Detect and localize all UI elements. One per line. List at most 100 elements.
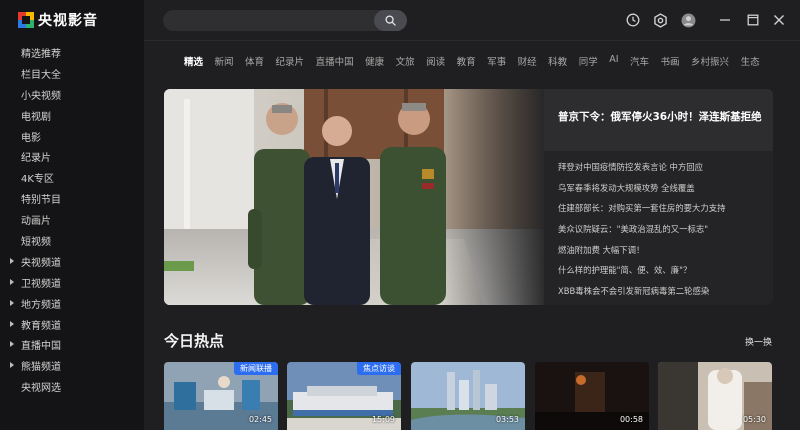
sidebar-item[interactable]: 短视频	[0, 230, 144, 251]
category-tab[interactable]: 汽车	[630, 54, 649, 68]
category-tab[interactable]: 健康	[365, 54, 384, 68]
sidebar-item[interactable]: 央视频道	[0, 251, 144, 272]
caret-right-icon	[10, 278, 14, 285]
category-tab[interactable]: AI	[609, 54, 618, 68]
avatar-icon	[681, 13, 695, 27]
sidebar-item-label: 电影	[21, 132, 41, 144]
sidebar-nav: 精选推荐栏目大全小央视频电视剧电影纪录片 4K专区特别节目动画片短视频央视频道卫视…	[0, 42, 144, 397]
close-button[interactable]	[771, 12, 787, 28]
video-badge: 焦点访谈	[357, 362, 401, 375]
sidebar-item[interactable]: 电影	[0, 126, 144, 147]
sidebar-item[interactable]: 4K专区	[0, 167, 144, 188]
sidebar-item-label: 特别节目	[21, 195, 61, 207]
hero-news-list: 拜登对中国疫情防控发表言论 中方回应 乌军春季将发动大规模攻势 全线覆盖 住建部部长…	[558, 157, 768, 301]
category-tab[interactable]: 体育	[245, 54, 264, 68]
sidebar-item[interactable]: 教育频道	[0, 314, 144, 335]
sidebar-item-label: 央视频道	[21, 257, 61, 269]
search-icon	[385, 15, 396, 26]
section-title-hot: 今日热点	[164, 332, 225, 350]
settings-button[interactable]	[652, 12, 668, 28]
sidebar-item-label: 短视频	[21, 236, 51, 248]
caret-right-icon	[10, 362, 14, 369]
video-card[interactable]: 00:58	[535, 362, 649, 430]
sidebar-item-label: 熊猫频道	[21, 362, 61, 374]
caret-right-icon	[10, 299, 14, 306]
hero-headline[interactable]: 普京下令：俄军停火36小时！泽连斯基拒绝	[544, 89, 773, 151]
minimize-button[interactable]	[717, 12, 733, 28]
sidebar-item[interactable]: 纪录片	[0, 146, 144, 167]
video-card[interactable]: 05:30	[658, 362, 772, 430]
sidebar-item-label: 纪录片	[21, 153, 51, 165]
hero-news-item[interactable]: 乌军春季将发动大规模攻势 全线覆盖	[558, 178, 768, 199]
video-card[interactable]: 焦点访谈 15:09	[287, 362, 401, 430]
hero-image[interactable]	[164, 89, 549, 305]
category-tab[interactable]: 新闻	[215, 54, 234, 68]
video-duration: 05:30	[742, 415, 766, 424]
caret-right-icon	[10, 257, 14, 264]
sidebar-item-label: 卫视频道	[21, 278, 61, 290]
logo-icon	[18, 12, 34, 28]
avatar[interactable]	[680, 12, 696, 28]
video-duration: 02:45	[248, 415, 272, 424]
category-tab[interactable]: 教育	[457, 54, 476, 68]
sidebar-item[interactable]: 电视剧	[0, 105, 144, 126]
video-card[interactable]: 新闻联播 02:45	[164, 362, 278, 430]
sidebar-item[interactable]: 动画片	[0, 209, 144, 230]
category-tab[interactable]: 科教	[548, 54, 567, 68]
video-badge: 新闻联播	[234, 362, 278, 375]
app-name: 央视影音	[38, 13, 98, 29]
sidebar-item[interactable]: 地方频道	[0, 293, 144, 314]
hero-news-item[interactable]: 拜登对中国疫情防控发表言论 中方回应	[558, 157, 768, 178]
category-tab[interactable]: 军事	[487, 54, 506, 68]
category-tab[interactable]: 书画	[661, 54, 680, 68]
history-icon	[626, 13, 640, 27]
category-tab[interactable]: 精选	[184, 54, 203, 68]
history-button[interactable]	[625, 12, 641, 28]
hero-news-item[interactable]: 什么样的护理能"简、便、效、廉"？	[558, 260, 768, 281]
sidebar-item-label: 电视剧	[21, 111, 51, 123]
hero-news-item[interactable]: 住建部部长：对购买第一套住房的要大力支持	[558, 198, 768, 219]
category-tab[interactable]: 纪录片	[276, 54, 305, 68]
category-tab[interactable]: 财经	[518, 54, 537, 68]
sidebar-item[interactable]: 直播中国	[0, 334, 144, 355]
sidebar: 央视影音 精选推荐栏目大全小央视频电视剧电影纪录片 4K专区特别节目动画片短视频央…	[0, 0, 144, 430]
sidebar-item[interactable]: 卫视频道	[0, 272, 144, 293]
hero-banner: 普京下令：俄军停火36小时！泽连斯基拒绝 拜登对中国疫情防控发表言论 中方回应乌…	[164, 89, 773, 305]
sidebar-item-label: 栏目大全	[21, 69, 61, 81]
sidebar-item-label: 4K专区	[21, 174, 54, 186]
search-button[interactable]	[374, 10, 407, 31]
category-tab[interactable]: 同学	[579, 54, 598, 68]
close-icon	[774, 15, 784, 25]
sidebar-item[interactable]: 小央视频	[0, 84, 144, 105]
category-tab[interactable]: 直播中国	[316, 54, 354, 68]
category-tab[interactable]: 生态	[741, 54, 760, 68]
sidebar-item-label: 央视网选	[21, 383, 61, 395]
search-input[interactable]	[175, 10, 375, 31]
sidebar-item[interactable]: 央视网选	[0, 376, 144, 397]
video-card[interactable]: 03:53	[411, 362, 525, 430]
sidebar-item[interactable]: 特别节目	[0, 188, 144, 209]
search-bar	[163, 10, 407, 31]
sidebar-item[interactable]: 精选推荐	[0, 42, 144, 63]
caret-right-icon	[10, 341, 14, 348]
category-tab[interactable]: 文旅	[396, 54, 415, 68]
sidebar-item[interactable]: 栏目大全	[0, 63, 144, 84]
settings-icon	[653, 12, 667, 28]
sidebar-item[interactable]: 熊猫频道	[0, 355, 144, 376]
category-tab[interactable]: 乡村振兴	[691, 54, 729, 68]
category-tab[interactable]: 阅读	[426, 54, 445, 68]
app-logo[interactable]: 央视影音	[18, 10, 98, 30]
maximize-button[interactable]	[745, 12, 761, 28]
video-duration: 00:58	[619, 415, 643, 424]
sidebar-item-label: 直播中国	[21, 341, 61, 353]
sidebar-item-label: 教育频道	[21, 320, 61, 332]
refresh-button[interactable]: 换一换	[745, 335, 772, 348]
hero-news-panel: 普京下令：俄军停火36小时！泽连斯基拒绝 拜登对中国疫情防控发表言论 中方回应乌…	[544, 89, 773, 305]
category-tabs: 精选 新闻 体育 纪录片 直播中国 健康 文旅 阅读 教育 军事 财经 科教 同学 AI 汽车 书画 乡村振兴生…	[184, 54, 771, 68]
hero-news-item[interactable]: XBB毒株会不会引发新冠病毒第二轮感染	[558, 281, 768, 302]
hero-news-item[interactable]: 燃油附加费 大幅下调！	[558, 239, 768, 260]
hero-news-item[interactable]: 美众议院疑云："美政治混乱的又一标志"	[558, 219, 768, 240]
sidebar-item-label: 小央视频	[21, 90, 61, 102]
sidebar-item-label: 地方频道	[21, 299, 61, 311]
sidebar-item-label: 精选推荐	[21, 48, 61, 60]
